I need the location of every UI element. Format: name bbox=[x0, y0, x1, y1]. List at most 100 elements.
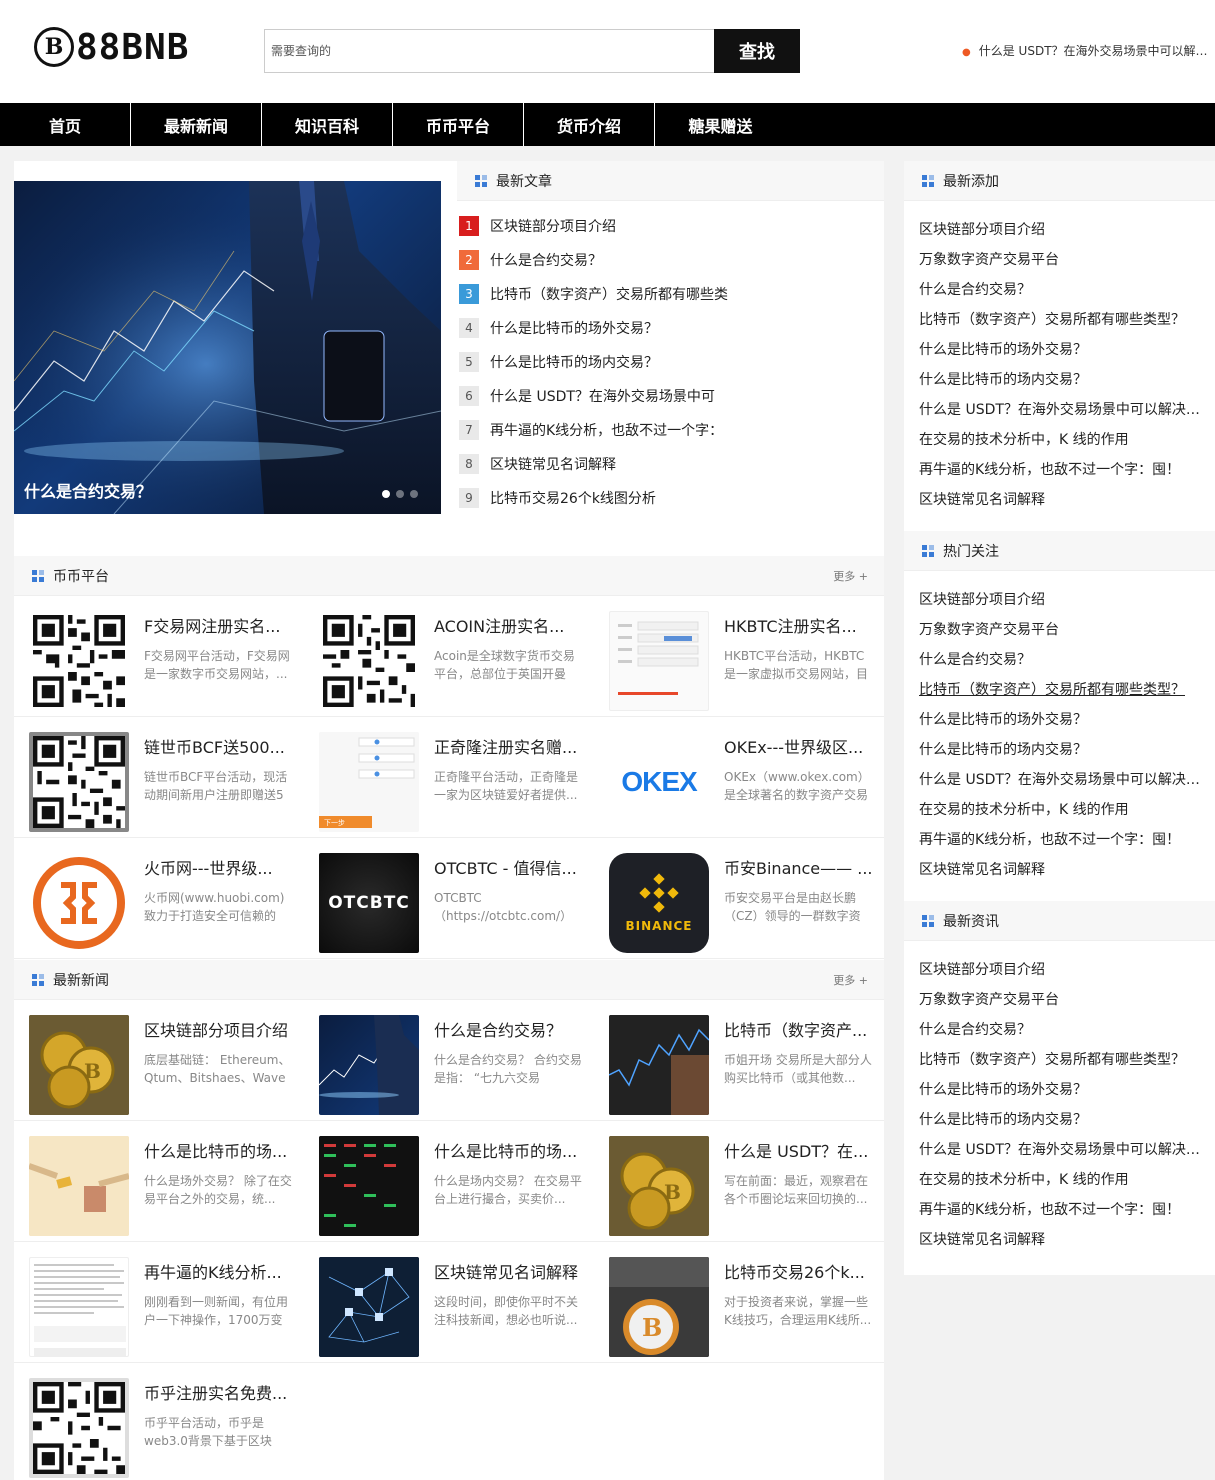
rank-item[interactable]: 5 什么是比特币的场内交易？ bbox=[457, 345, 884, 379]
more-link[interactable]: 更多 + bbox=[833, 972, 868, 988]
article-screenshot-icon bbox=[29, 1257, 129, 1357]
sidebar-link[interactable]: 什么是比特币的场外交易？ bbox=[919, 335, 1201, 365]
sidebar-link[interactable]: 在交易的技术分析中，K 线的作用 bbox=[919, 425, 1201, 455]
sidebar-link[interactable]: 什么是比特币的场内交易？ bbox=[919, 365, 1201, 395]
news-card[interactable]: B 比特币交易26个k... 对于投资者来说，掌握一些K线技巧，合理运用K线所..… bbox=[594, 1242, 884, 1363]
card-desc: 币姐开场 交易所是大部分人购买比特币（或其他数... bbox=[724, 1053, 872, 1085]
nav-knowledge[interactable]: 知识百科 bbox=[262, 103, 393, 146]
sidebar-link[interactable]: 万象数字资产交易平台 bbox=[919, 985, 1201, 1015]
search-button[interactable]: 查找 bbox=[714, 29, 800, 73]
sidebar-link[interactable]: 什么是合约交易？ bbox=[919, 1015, 1201, 1045]
sidebar-link[interactable]: 在交易的技术分析中，K 线的作用 bbox=[919, 1165, 1201, 1195]
sidebar-link[interactable]: 万象数字资产交易平台 bbox=[919, 615, 1201, 645]
sidebar-link[interactable]: 区块链常见名词解释 bbox=[919, 1225, 1201, 1255]
card-title: 再牛逼的K线分析... bbox=[144, 1263, 282, 1282]
news-card[interactable]: 比特币（数字资产... 币姐开场 交易所是大部分人购买比特币（或其他数... bbox=[594, 1000, 884, 1121]
blockchain-network-image-icon bbox=[319, 1257, 419, 1357]
news-card[interactable]: B 区块链部分项目介绍 底层基础链： Ethereum、Qtum、Bitshaes… bbox=[14, 1000, 304, 1121]
rank-item[interactable]: 9 比特币交易26个k线图分析 bbox=[457, 481, 884, 515]
sidebar-link[interactable]: 区块链常见名词解释 bbox=[919, 485, 1201, 515]
sidebar-link[interactable]: 比特币（数字资产）交易所都有哪些类型？ bbox=[919, 675, 1201, 705]
featured-slider[interactable]: 什么是合约交易？ bbox=[14, 181, 441, 514]
card-title: 比特币交易26个k... bbox=[724, 1263, 865, 1282]
rank-title: 比特币（数字资产）交易所都有哪些类 bbox=[490, 287, 728, 303]
nav-exchanges[interactable]: 币币平台 bbox=[393, 103, 524, 146]
sidebar-link[interactable]: 比特币（数字资产）交易所都有哪些类型？ bbox=[919, 1045, 1201, 1075]
sidebar-link[interactable]: 区块链部分项目介绍 bbox=[919, 955, 1201, 985]
more-link[interactable]: 更多 + bbox=[833, 568, 868, 584]
sidebar-link[interactable]: 区块链部分项目介绍 bbox=[919, 215, 1201, 245]
news-grid: B 区块链部分项目介绍 底层基础链： Ethereum、Qtum、Bitshaes… bbox=[14, 1000, 884, 1480]
nav-currencies[interactable]: 货币介绍 bbox=[524, 103, 655, 146]
exchange-card[interactable]: BINANCE 币安Binance—— ... 币安交易平台是由赵长鹏（CZ）领导… bbox=[594, 838, 884, 959]
rank-item[interactable]: 3 比特币（数字资产）交易所都有哪些类 bbox=[457, 277, 884, 311]
search-input[interactable] bbox=[265, 30, 714, 72]
trading-chart-image bbox=[319, 1015, 419, 1115]
search-bar: 查找 bbox=[264, 29, 800, 73]
rank-item[interactable]: 6 什么是 USDT？在海外交易场景中可 bbox=[457, 379, 884, 413]
news-card[interactable]: 再牛逼的K线分析... 刚刚看到一则新闻，有位用户一下神操作，1700万变 bbox=[14, 1242, 304, 1363]
section-header: 最新文章 bbox=[457, 161, 884, 201]
news-card[interactable]: 什么是比特币的场... 什么是场外交易？ 除了在交易平台之外的交易，统... bbox=[14, 1121, 304, 1242]
grid-icon bbox=[475, 174, 487, 187]
site-logo[interactable]: B 88BNB bbox=[34, 26, 189, 68]
grid-icon bbox=[32, 973, 44, 986]
sidebar-link[interactable]: 区块链常见名词解释 bbox=[919, 855, 1201, 885]
exchange-card[interactable]: HKBTC注册实名... HKBTC平台活动，HKBTC是一家虚拟币交易网站，目 bbox=[594, 596, 884, 717]
exchange-card[interactable]: F交易网注册实名... F交易网平台活动，F交易网是一家数字币交易网站，... bbox=[14, 596, 304, 717]
exchange-card[interactable]: 链世币BCF送500... 链世币BCF平台活动，现活动期间新用户注册即赠送5 bbox=[14, 717, 304, 838]
slider-dot[interactable] bbox=[382, 490, 390, 498]
sidebar-link[interactable]: 再牛逼的K线分析，也敌不过一个字：囤！ bbox=[919, 1195, 1201, 1225]
exchange-card[interactable]: OKEX OKEx---世界级区... OKEx（www.okex.com）是全球… bbox=[594, 717, 884, 838]
news-ticker[interactable]: ● 什么是 USDT？在海外交易场景中可以解决什么问题？ bbox=[962, 42, 1212, 59]
rank-title: 区块链常见名词解释 bbox=[490, 457, 616, 473]
slider-dot[interactable] bbox=[410, 490, 418, 498]
sidebar-link[interactable]: 万象数字资产交易平台 bbox=[919, 245, 1201, 275]
exchange-card[interactable]: 下一步 正奇隆注册实名赠... 正奇隆平台活动，正奇隆是一家为区块链爱好者提供..… bbox=[304, 717, 594, 838]
sidebar-link[interactable]: 再牛逼的K线分析，也敌不过一个字：囤！ bbox=[919, 825, 1201, 855]
sidebar-link[interactable]: 什么是 USDT？在海外交易场景中可以解决什么问题？ bbox=[919, 395, 1201, 425]
sidebar-link[interactable]: 什么是合约交易？ bbox=[919, 645, 1201, 675]
card-desc: 底层基础链： Ethereum、Qtum、Bitshaes、Wave bbox=[144, 1053, 291, 1085]
sidebar-link[interactable]: 什么是 USDT？在海外交易场景中可以解决什么问题？ bbox=[919, 1135, 1201, 1165]
news-card[interactable]: 币乎注册实名免费... 币乎平台活动，币乎是web3.0背景下基于区块链， bbox=[14, 1363, 304, 1480]
slider-dots bbox=[382, 490, 418, 498]
slider-caption[interactable]: 什么是合约交易？ bbox=[24, 478, 152, 502]
news-card[interactable]: 区块链常见名词解释 这段时间，即使你平时不关注科技新闻，想必也听说... bbox=[304, 1242, 594, 1363]
section-header: 最新新闻 更多 + bbox=[14, 960, 884, 1000]
rank-item[interactable]: 1 区块链部分项目介绍 bbox=[457, 209, 884, 243]
exchange-card[interactable]: OTCBTC OTCBTC - 值得信... OTCBTC（https://otc… bbox=[304, 838, 594, 959]
sidebar-link[interactable]: 什么是合约交易？ bbox=[919, 275, 1201, 305]
rank-item[interactable]: 2 什么是合约交易？ bbox=[457, 243, 884, 277]
card-title: 火币网---世界级... bbox=[144, 859, 273, 878]
coins-image: B bbox=[29, 1015, 129, 1115]
qr-code-image bbox=[33, 615, 125, 707]
news-card[interactable]: 什么是比特币的场... 什么是场内交易？ 在交易平台上进行撮合，买卖价... bbox=[304, 1121, 594, 1242]
exchange-card[interactable]: ACOIN注册实名... Acoin是全球数字货币交易平台，总部位于英国开曼 bbox=[304, 596, 594, 717]
rank-item[interactable]: 8 区块链常见名词解释 bbox=[457, 447, 884, 481]
news-card[interactable]: 什么是合约交易？ 什么是合约交易？ 合约交易是指： “七九六交易 bbox=[304, 1000, 594, 1121]
rank-item[interactable]: 4 什么是比特币的场外交易？ bbox=[457, 311, 884, 345]
rank-item[interactable]: 7 再牛逼的K线分析，也敌不过一个字： bbox=[457, 413, 884, 447]
card-title: 币乎注册实名免费... bbox=[144, 1384, 288, 1403]
sidebar-link[interactable]: 什么是比特币的场内交易？ bbox=[919, 735, 1201, 765]
sidebar-link[interactable]: 区块链部分项目介绍 bbox=[919, 585, 1201, 615]
sidebar-link[interactable]: 什么是比特币的场外交易？ bbox=[919, 705, 1201, 735]
latest-articles: 最新文章 1 区块链部分项目介绍 2 什么是合约交易？ 3 比特币（数字资产）交易所都… bbox=[457, 161, 884, 514]
sidebar-link[interactable]: 比特币（数字资产）交易所都有哪些类型？ bbox=[919, 305, 1201, 335]
sidebar-link[interactable]: 什么是比特币的场外交易？ bbox=[919, 1075, 1201, 1105]
exchange-card[interactable]: 火币网---世界级... 火币网(www.huobi.com)致力于打造安全可信赖… bbox=[14, 838, 304, 959]
svg-text:B: B bbox=[642, 1313, 662, 1342]
sidebar-link[interactable]: 什么是 USDT？在海外交易场景中可以解决什么问题？ bbox=[919, 765, 1201, 795]
nav-latest-news[interactable]: 最新新闻 bbox=[131, 103, 262, 146]
otcbtc-logo-text: OTCBTC bbox=[328, 893, 410, 913]
rank-number: 6 bbox=[459, 386, 479, 406]
section-title: 最新文章 bbox=[496, 173, 552, 190]
sidebar-link[interactable]: 再牛逼的K线分析，也敌不过一个字：囤！ bbox=[919, 455, 1201, 485]
slider-dot[interactable] bbox=[396, 490, 404, 498]
nav-airdrops[interactable]: 糖果赠送 bbox=[655, 103, 786, 146]
sidebar-link[interactable]: 在交易的技术分析中，K 线的作用 bbox=[919, 795, 1201, 825]
sidebar-link[interactable]: 什么是比特币的场内交易？ bbox=[919, 1105, 1201, 1135]
news-card[interactable]: B 什么是 USDT？在... 写在前面：最近，观察君在各个币圈论坛来回切换的..… bbox=[594, 1121, 884, 1242]
nav-home[interactable]: 首页 bbox=[0, 103, 131, 146]
